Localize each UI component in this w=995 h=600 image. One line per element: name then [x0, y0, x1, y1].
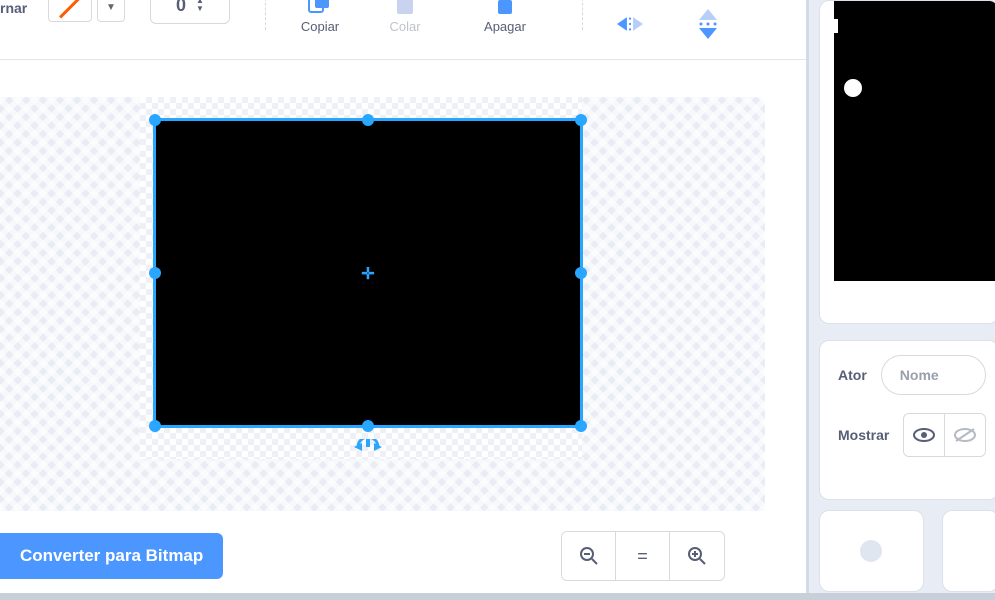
hide-button[interactable] — [945, 414, 985, 456]
backpack-bar[interactable] — [0, 593, 995, 600]
zoom-out-button[interactable] — [562, 532, 616, 580]
trash-icon — [492, 0, 518, 15]
convert-to-bitmap-button[interactable]: Converter para Bitmap — [0, 533, 223, 579]
outline-width-input[interactable]: 0 ▲▼ — [150, 0, 230, 24]
sprite-thumbnail[interactable] — [819, 510, 924, 592]
sprite-name-placeholder: Nome — [900, 367, 939, 383]
rotate-handle[interactable] — [354, 439, 382, 459]
flip-vertical-icon — [695, 14, 721, 34]
resize-handle-mid-right[interactable] — [575, 267, 587, 279]
paste-button[interactable]: Colar — [375, 0, 435, 34]
flip-horizontal-icon — [617, 14, 643, 34]
outline-width-spinner[interactable]: ▲▼ — [196, 0, 204, 13]
paint-canvas-area[interactable]: ✛ — [0, 97, 765, 511]
copy-label: Copiar — [301, 19, 339, 34]
toolbar-separator — [265, 0, 266, 30]
resize-handle-top-right[interactable] — [575, 114, 587, 126]
paint-bottom-bar: Converter para Bitmap = — [0, 526, 765, 586]
outline-color-dropdown[interactable]: ▼ — [97, 0, 125, 22]
show-button[interactable] — [904, 414, 944, 456]
stage-panel[interactable] — [819, 0, 995, 324]
show-label: Mostrar — [838, 427, 889, 443]
visibility-toggle — [903, 413, 986, 457]
outline-width-value: 0 — [176, 0, 186, 16]
resize-handle-top-left[interactable] — [149, 114, 161, 126]
right-rail: Ator Nome Mostrar — [806, 0, 995, 593]
paint-editor-main: rnar ▼ 0 ▲▼ Copiar Colar — [0, 0, 806, 593]
zoom-controls: = — [561, 531, 725, 581]
resize-handle-bottom-right[interactable] — [575, 420, 587, 432]
paint-toolbar: rnar ▼ 0 ▲▼ Copiar Colar — [0, 0, 806, 60]
stage-preview — [834, 0, 995, 281]
outline-color-swatch[interactable] — [48, 0, 92, 22]
flip-horizontal-button[interactable] — [600, 0, 660, 34]
delete-label: Apagar — [484, 19, 526, 34]
resize-handle-bottom-mid[interactable] — [362, 420, 374, 432]
paste-label: Colar — [389, 19, 420, 34]
flip-vertical-button[interactable] — [678, 0, 738, 34]
stage-tick — [834, 19, 838, 33]
stack-label: rnar — [0, 0, 27, 16]
resize-handle-mid-left[interactable] — [149, 267, 161, 279]
no-color-icon — [59, 0, 81, 18]
copy-icon — [307, 0, 333, 15]
copy-button[interactable]: Copiar — [290, 0, 350, 34]
paste-icon — [392, 0, 418, 15]
zoom-reset-button[interactable]: = — [616, 532, 670, 580]
stage-thumbnail[interactable] — [942, 510, 995, 592]
sprite-thumb-icon — [860, 540, 882, 562]
toolbar-separator — [582, 0, 583, 30]
resize-handle-top-mid[interactable] — [362, 114, 374, 126]
canvas-center-icon: ✛ — [360, 267, 376, 283]
delete-button[interactable]: Apagar — [475, 0, 535, 34]
sprite-name-input[interactable]: Nome — [881, 355, 986, 395]
stage-sprite-preview — [844, 79, 862, 97]
resize-handle-bottom-left[interactable] — [149, 420, 161, 432]
actor-label: Ator — [838, 367, 867, 383]
sprite-info-panel: Ator Nome Mostrar — [819, 340, 995, 500]
zoom-in-button[interactable] — [670, 532, 724, 580]
sprite-selector — [819, 510, 995, 592]
